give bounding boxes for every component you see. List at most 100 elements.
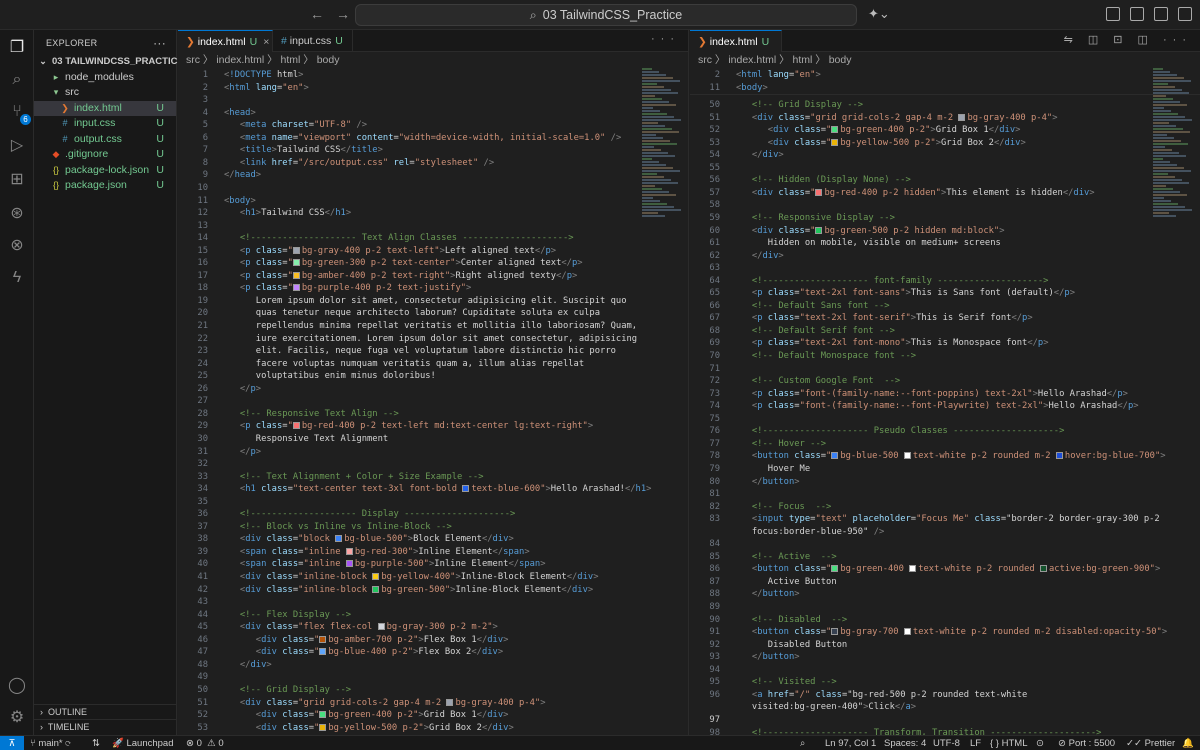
- launchpad-status[interactable]: 🚀 Launchpad: [112, 736, 174, 750]
- end-of-line[interactable]: LF: [970, 736, 981, 750]
- explorer-icon[interactable]: ❐: [7, 38, 27, 58]
- source-control-icon[interactable]: ⑂ 6: [7, 102, 31, 125]
- code-line[interactable]: <link href="/src/output.css" rel="styles…: [224, 157, 494, 170]
- code-line[interactable]: </p>: [224, 446, 261, 459]
- code-line[interactable]: repellendus minima repellat veritatis et…: [224, 320, 637, 333]
- editor-more-icon[interactable]: ···: [651, 33, 680, 45]
- left-minimap[interactable]: [642, 68, 684, 218]
- code-line[interactable]: <p class="text-2xl font-mono">This is Mo…: [736, 337, 1049, 350]
- code-line[interactable]: <div class=" bg-green-400 p-2">Grid Box 1…: [736, 124, 1021, 137]
- code-line[interactable]: <div class=" bg-blue-400 p-2">Flex Box 2<…: [224, 646, 503, 659]
- code-line[interactable]: visited:bg-green-400">Click</a>: [736, 701, 916, 714]
- remote-indicator-icon[interactable]: ⊼: [0, 736, 24, 750]
- code-line[interactable]: <div class="flex flex-col bg-gray-300 p-…: [224, 621, 498, 634]
- code-line[interactable]: <!-- Hover -->: [736, 438, 826, 451]
- editor-actions-icon[interactable]: ⇋ ◫ ⊡ ◫ ···: [1064, 33, 1192, 46]
- code-line[interactable]: </div>: [736, 250, 784, 263]
- code-line[interactable]: voluptatibus enim minus doloribus!: [224, 370, 436, 383]
- code-line[interactable]: <html lang="en">: [736, 69, 821, 82]
- code-line[interactable]: <div class="block bg-blue-500">Block Ele…: [224, 533, 514, 546]
- code-line[interactable]: iure exercitationem. Lorem ipsum dolor s…: [224, 333, 637, 346]
- code-line[interactable]: focus:border-blue-950" />: [736, 526, 884, 539]
- code-line[interactable]: <span class="inline bg-purple-500">Inlin…: [224, 558, 546, 571]
- account-icon[interactable]: ◯: [7, 676, 27, 696]
- code-line[interactable]: <div class=" bg-amber-700 p-2">Flex Box 1…: [224, 634, 509, 647]
- code-line[interactable]: </button>: [736, 588, 800, 601]
- timeline-section[interactable]: › TIMELINE: [34, 719, 177, 734]
- code-line[interactable]: <!-- Active -->: [736, 551, 837, 564]
- code-line[interactable]: <!-------------------- Display ---------…: [224, 508, 515, 521]
- code-line[interactable]: <button class=" bg-green-400 text-white p…: [736, 563, 1160, 576]
- code-line[interactable]: <!-------------------- Transform, Transi…: [736, 727, 1102, 736]
- code-line[interactable]: Disabled Button: [736, 639, 847, 652]
- code-line[interactable]: <body>: [736, 82, 768, 95]
- code-line[interactable]: <!-- Hidden (Display None) -->: [736, 174, 911, 187]
- sticky-scroll[interactable]: 2 <html lang="en"> 11 <body>: [690, 69, 1200, 95]
- code-line[interactable]: <!-------------------- Text Align Classe…: [224, 232, 574, 245]
- code-line[interactable]: <div class=" bg-green-400 p-2">Grid Box 1…: [224, 709, 509, 722]
- notifications-icon[interactable]: 🔔: [1182, 736, 1194, 750]
- code-line[interactable]: <p class="font-(family-name:--font-Playw…: [736, 400, 1139, 413]
- tree-item[interactable]: ▸ node_modules: [34, 70, 176, 86]
- code-line[interactable]: <div class="inline-block bg-green-500">I…: [224, 584, 593, 597]
- right-code-area[interactable]: 50 <!-- Grid Display --> 51 <div class="g…: [690, 99, 1167, 736]
- code-line[interactable]: <!-- Disabled -->: [736, 614, 847, 627]
- code-line[interactable]: <!-- Default Monospace font -->: [736, 350, 916, 363]
- command-center-search[interactable]: ⌕ 03 TailwindCSS_Practice: [355, 4, 857, 26]
- tree-item[interactable]: # output.css U: [34, 132, 176, 148]
- code-line[interactable]: <!-- Focus -->: [736, 501, 831, 514]
- code-line[interactable]: <a href="/" class="bg-red-500 p-2 rounde…: [736, 689, 1027, 702]
- zoom-icon[interactable]: ⌕: [800, 736, 805, 750]
- project-folder[interactable]: ⌄ 03 TAILWINDCSS_PRACTICE: [34, 54, 184, 70]
- code-line[interactable]: </div>: [736, 149, 784, 162]
- code-line[interactable]: Lorem ipsum dolor sit amet, consectetur …: [224, 295, 627, 308]
- run-debug-icon[interactable]: ▷: [7, 136, 27, 156]
- code-line[interactable]: <p class=" bg-gray-400 p-2 text-left">Lef…: [224, 245, 556, 258]
- code-line[interactable]: <p class=" bg-green-300 p-2 text-center">…: [224, 257, 583, 270]
- code-line[interactable]: <div class=" bg-yellow-500 p-2">Grid Box …: [736, 137, 1026, 150]
- right-minimap[interactable]: [1153, 68, 1195, 218]
- code-line[interactable]: quas tenetur neque architecto laborum? C…: [224, 307, 600, 320]
- tree-item[interactable]: ◆ .gitignore U: [34, 147, 176, 163]
- extensions-icon[interactable]: ⊞: [7, 170, 27, 190]
- code-line[interactable]: <!-- Visited -->: [736, 676, 837, 689]
- search-icon[interactable]: ⌕: [7, 70, 27, 90]
- more-actions-icon[interactable]: ···: [153, 32, 166, 54]
- code-line[interactable]: <p class="text-2xl font-sans">This is Sa…: [736, 287, 1075, 300]
- toggle-secondary-sidebar-icon[interactable]: [1154, 7, 1168, 21]
- code-line[interactable]: Hidden on mobile, visible on medium+ scr…: [736, 237, 1001, 250]
- code-line[interactable]: </button>: [736, 476, 800, 489]
- tab-input-css[interactable]: # input.css U: [273, 30, 353, 52]
- indentation[interactable]: Spaces: 4: [884, 736, 926, 750]
- code-line[interactable]: <!-- Custom Google Font -->: [736, 375, 900, 388]
- code-line[interactable]: <div class=" bg-red-400 p-2 hidden">This …: [736, 187, 1095, 200]
- code-line[interactable]: <!-- Block vs Inline vs Inline-Block -->: [224, 521, 452, 534]
- tree-item[interactable]: ❯ index.html U: [34, 100, 176, 116]
- code-line[interactable]: <!-- Text Alignment + Color + Size Examp…: [224, 471, 484, 484]
- code-line[interactable]: <meta name="viewport" content="width=dev…: [224, 132, 621, 145]
- code-line[interactable]: Responsive Text Alignment: [224, 433, 388, 446]
- code-line[interactable]: <button class=" bg-gray-700 text-white p-…: [736, 626, 1167, 639]
- code-line[interactable]: <p class=" bg-purple-400 p-2 text-justify…: [224, 282, 471, 295]
- code-line[interactable]: elit. Facilis, neque fuga vel voluptatum…: [224, 345, 616, 358]
- code-line[interactable]: </button>: [736, 651, 800, 664]
- breadcrumb-right[interactable]: src 〉 index.html 〉 html 〉 body: [690, 52, 1200, 68]
- code-line[interactable]: <div class="inline-block bg-yellow-400">…: [224, 571, 599, 584]
- code-line[interactable]: <!-------------------- Pseudo Classes --…: [736, 425, 1065, 438]
- code-line[interactable]: <html lang="en">: [224, 82, 309, 95]
- settings-gear-icon[interactable]: ⚙: [7, 708, 27, 728]
- code-line[interactable]: <div class="grid grid-cols-2 gap-4 m-2 b…: [736, 112, 1058, 125]
- code-line[interactable]: Active Button: [736, 576, 837, 589]
- copilot-icon[interactable]: ✦⌄: [868, 6, 890, 22]
- tree-item[interactable]: # input.css U: [34, 116, 176, 132]
- code-line[interactable]: <p class=" bg-amber-400 p-2 text-right">R…: [224, 270, 577, 283]
- branch-status[interactable]: ⑂ main* ⟳: [30, 736, 71, 750]
- code-line[interactable]: <!-- Default Sans font -->: [736, 300, 890, 313]
- language-mode[interactable]: { } HTML: [990, 736, 1028, 750]
- encoding[interactable]: UTF-8: [933, 736, 960, 750]
- close-icon[interactable]: ×: [263, 36, 269, 48]
- code-line[interactable]: <button class=" bg-blue-500 text-white p-…: [736, 450, 1166, 463]
- tree-item[interactable]: ▾ src: [34, 85, 176, 101]
- code-line[interactable]: <p class="text-2xl font-serif">This is S…: [736, 312, 1033, 325]
- code-line[interactable]: </div>: [224, 659, 272, 672]
